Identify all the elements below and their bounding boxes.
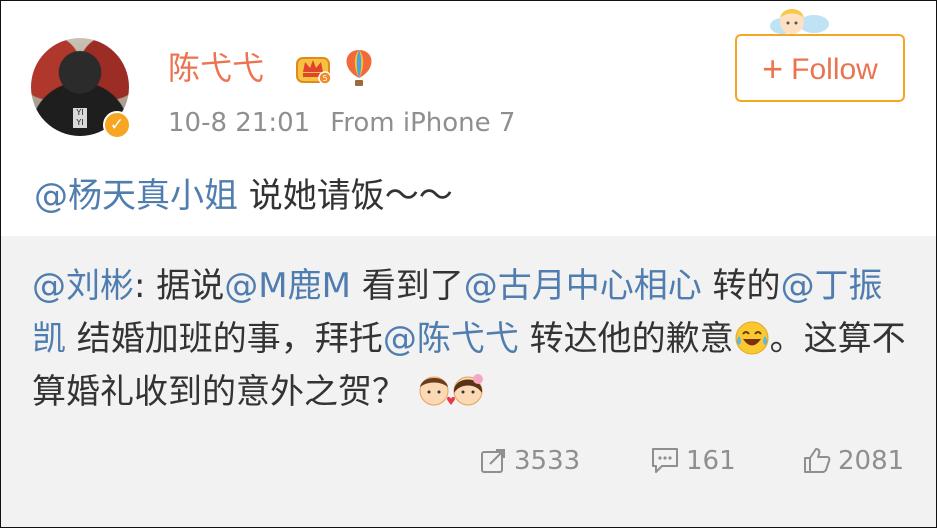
screenshot-frame (0, 0, 937, 528)
